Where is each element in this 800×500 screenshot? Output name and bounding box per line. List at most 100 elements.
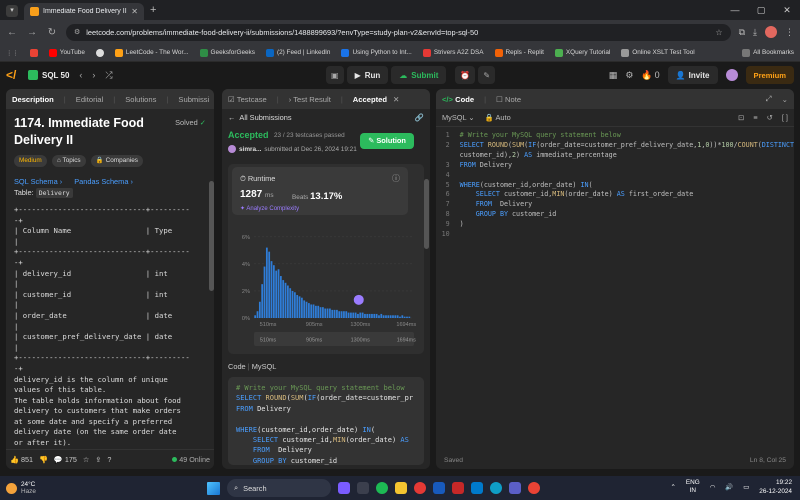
spotify-icon[interactable] <box>376 482 388 494</box>
language-indicator[interactable]: ENG IN <box>686 479 700 495</box>
chrome-icon[interactable] <box>414 482 426 494</box>
tray-chevron-icon[interactable]: ⌃ <box>670 483 675 491</box>
reload-icon[interactable]: ↻ <box>46 27 58 38</box>
like-button[interactable]: 👍 851 <box>10 455 33 464</box>
minimize-icon[interactable]: — <box>722 0 748 20</box>
user-avatar[interactable] <box>725 69 738 81</box>
dislike-icon[interactable]: 👎 <box>39 455 48 464</box>
github-icon[interactable] <box>95 48 104 57</box>
tab-note[interactable]: ☐ Note <box>496 95 521 104</box>
expand-icon[interactable]: ⤢ <box>766 94 772 104</box>
auto-toggle[interactable]: 🔒 Auto <box>485 113 511 122</box>
timer-button[interactable]: ⏰ <box>455 66 476 84</box>
volume-icon[interactable]: 🔊 <box>725 483 733 491</box>
tab-solutions[interactable]: Solutions <box>125 95 156 104</box>
reset-icon[interactable]: ↺ <box>767 113 773 122</box>
tab-submissions[interactable]: Submissi <box>178 95 209 104</box>
bookmark-youtube[interactable]: YouTube <box>48 48 85 57</box>
next-problem-icon[interactable]: › <box>92 70 95 80</box>
weather-widget[interactable]: 24°C Haze <box>6 481 36 495</box>
download-icon[interactable]: ⤓ <box>753 27 757 38</box>
bookmark-geeksforgeeks[interactable]: GeeksforGeeks <box>199 48 255 57</box>
widgets-icon[interactable] <box>338 482 350 494</box>
star-icon[interactable]: ☆ <box>83 455 89 464</box>
profile-avatar[interactable] <box>765 26 777 38</box>
layout-icon[interactable]: ▦ <box>609 70 618 81</box>
code-line[interactable]: SELECT customer_id,MIN(order_date) AS fi… <box>460 190 794 200</box>
close-window-icon[interactable]: ✕ <box>774 0 800 20</box>
code-line[interactable] <box>460 230 794 240</box>
tab-search-icon[interactable]: ▾ <box>6 5 18 17</box>
close-icon[interactable]: ✕ <box>131 7 138 16</box>
chevron-down-icon[interactable]: ⌄ <box>782 95 788 104</box>
code-line[interactable]: FROM Delivery <box>460 200 794 210</box>
pandas-schema-link[interactable]: Pandas Schema › <box>74 177 133 186</box>
chrome-profile-icon[interactable] <box>528 482 540 494</box>
bookmark-strivers[interactable]: Strivers A2Z DSA <box>422 48 484 57</box>
maximize-icon[interactable]: ▢ <box>748 0 774 20</box>
fire-icon[interactable]: 🔥 <box>641 70 652 81</box>
browser-tab[interactable]: Immediate Food Delivery II - Le ✕ <box>24 3 144 20</box>
all-bookmarks[interactable]: All Bookmarks <box>742 48 794 57</box>
word-icon[interactable] <box>433 482 445 494</box>
tab-test-result[interactable]: › Test Result <box>289 95 331 104</box>
new-tab-icon[interactable]: + <box>150 4 156 16</box>
bookmark-xquery[interactable]: XQuery Tutorial <box>554 48 610 57</box>
extensions-icon[interactable]: ⧉ <box>739 27 745 38</box>
bookmark-replit[interactable]: Repls - Replit <box>494 48 544 57</box>
tab-testcase[interactable]: ☑ Testcase <box>228 95 267 104</box>
study-plan-button[interactable]: SQL 50 <box>28 70 69 80</box>
code-line[interactable]: FROM Delivery <box>460 161 794 171</box>
code-line[interactable]: ) <box>460 220 794 230</box>
code-line[interactable]: SELECT ROUND(SUM(IF(order_date=customer_… <box>460 141 794 151</box>
shuffle-icon[interactable]: ⤮ <box>105 70 112 81</box>
link-icon[interactable]: 🔗 <box>415 113 424 122</box>
back-icon[interactable]: ← <box>6 27 18 38</box>
taskbar-search[interactable]: ⌕ Search <box>227 479 331 497</box>
runtime-card[interactable]: ⏱ Runtime ⓘ 1287 ms Beats 13.17% ✦ Analy… <box>232 167 408 215</box>
info-icon[interactable]: ⓘ <box>392 173 400 184</box>
tab-editorial[interactable]: Editorial <box>76 95 103 104</box>
wifi-icon[interactable]: ◠ <box>710 483 716 491</box>
submit-button[interactable]: ☁ Submit <box>391 66 447 84</box>
battery-icon[interactable]: ▭ <box>743 483 749 491</box>
url-text[interactable]: leetcode.com/problems/immediate-food-del… <box>86 28 709 37</box>
bookmark-icon[interactable]: ⊡ <box>738 113 744 122</box>
tab-code[interactable]: </> Code <box>442 95 474 104</box>
help-icon[interactable]: ? <box>107 455 111 464</box>
invite-button[interactable]: 👤 Invite <box>667 66 718 84</box>
menu-icon[interactable]: ⋮ <box>785 27 794 38</box>
back-arrow-icon[interactable]: ← <box>228 113 235 122</box>
site-info-icon[interactable]: ⚙ <box>74 28 80 36</box>
clock[interactable]: 19:22 26-12-2024 <box>759 478 792 496</box>
share-icon[interactable]: ⇪ <box>95 455 101 464</box>
code-line[interactable] <box>460 171 794 181</box>
code-text[interactable]: # Write your MySQL query statement below… <box>456 129 794 449</box>
teams-icon[interactable] <box>509 482 521 494</box>
all-submissions-bar[interactable]: ← All Submissions 🔗 <box>222 109 430 125</box>
vscode-icon[interactable] <box>471 482 483 494</box>
url-bar[interactable]: ⚙ leetcode.com/problems/immediate-food-d… <box>66 23 731 41</box>
tab-description[interactable]: Description <box>12 95 54 104</box>
mail-icon[interactable] <box>452 482 464 494</box>
bookmark-python[interactable]: Using Python to Int... <box>341 48 412 57</box>
post-solution-button[interactable]: ✎ Solution <box>360 133 414 149</box>
tab-accepted[interactable]: Accepted <box>353 95 387 104</box>
file-explorer-icon[interactable] <box>395 482 407 494</box>
prev-problem-icon[interactable]: ‹ <box>79 70 82 80</box>
run-button[interactable]: ▶ Run <box>346 66 389 84</box>
companies-tag[interactable]: 🔒 Companies <box>90 155 143 167</box>
premium-button[interactable]: Premium <box>745 66 794 84</box>
code-line[interactable]: # Write your MySQL query statement below <box>460 131 794 141</box>
format-icon[interactable]: ≡ <box>753 113 757 122</box>
code-line[interactable]: GROUP BY customer_id <box>460 210 794 220</box>
gmail-icon[interactable] <box>29 48 38 57</box>
code-line[interactable]: customer_id),2) AS immediate_percentage <box>460 151 794 161</box>
bookmark-linkedin[interactable]: (2) Feed | LinkedIn <box>265 48 330 57</box>
settings-icon[interactable]: ⚙ <box>625 70 633 81</box>
star-icon[interactable]: ☆ <box>715 28 722 37</box>
middle-scrollbar[interactable] <box>424 179 429 249</box>
fullscreen-icon[interactable]: [ ] <box>782 113 788 122</box>
analyze-complexity-link[interactable]: ✦ Analyze Complexity <box>240 205 299 212</box>
leetcode-logo-icon[interactable]: </ <box>6 68 20 82</box>
